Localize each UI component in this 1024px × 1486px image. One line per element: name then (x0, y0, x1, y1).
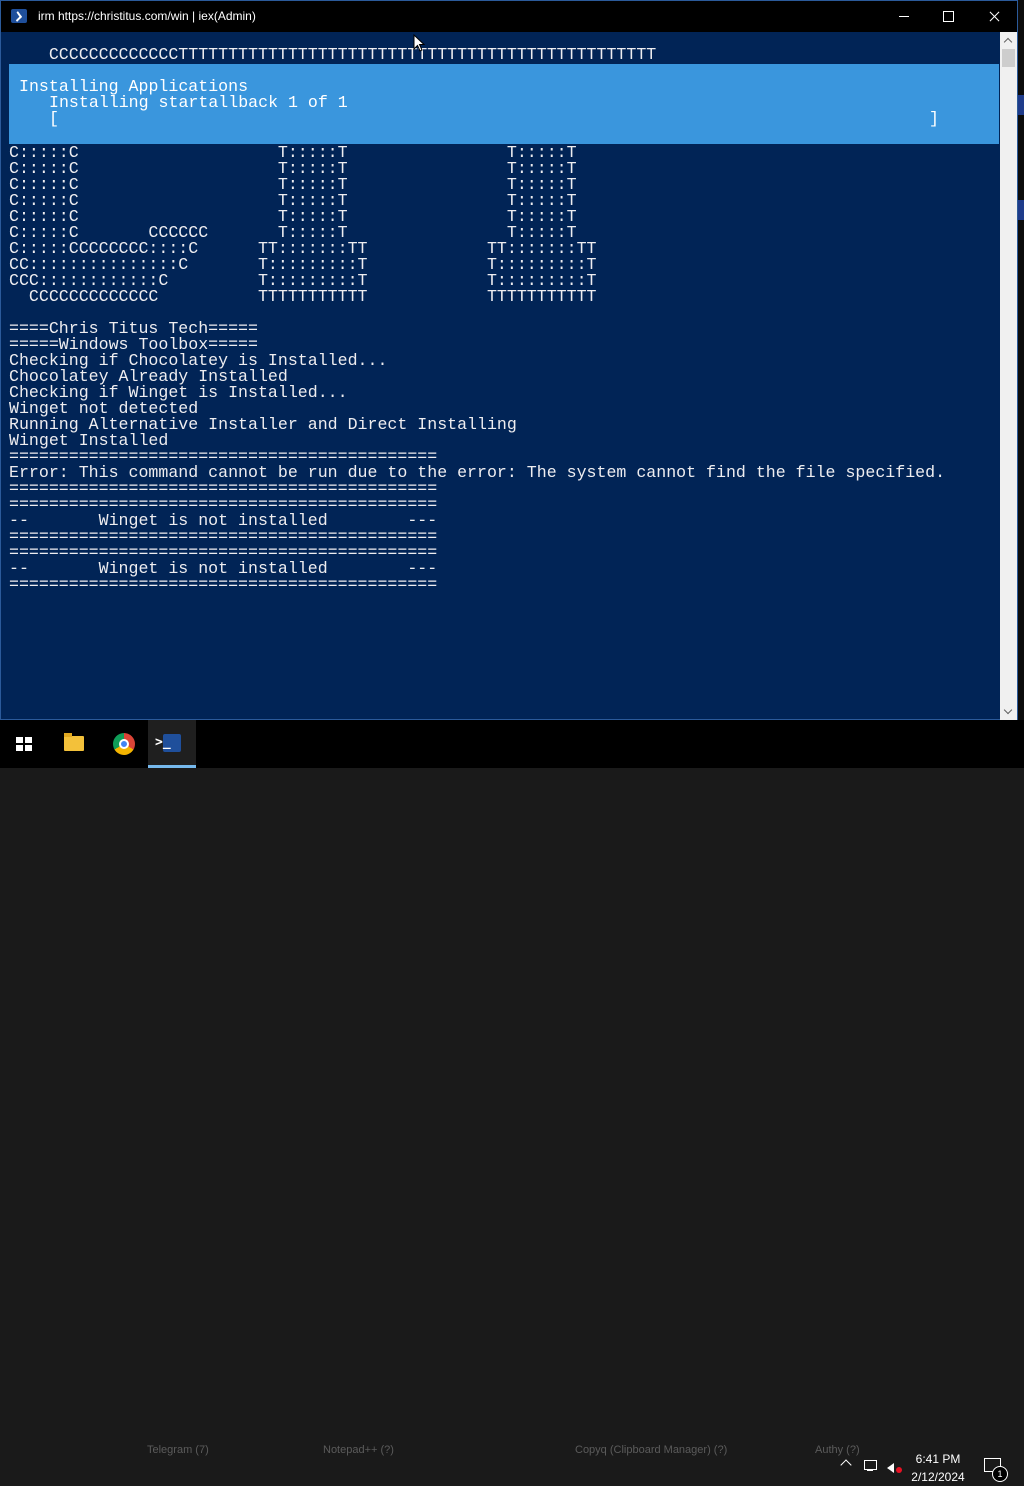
output-lines: C:::::C T:::::T T:::::T C:::::C T:::::T T… (9, 144, 945, 594)
scroll-up-arrow-icon[interactable] (1000, 32, 1017, 49)
taskbar: >_ Telegram (7) Notepad++ (?) Copyq (Cli… (0, 720, 1024, 1484)
clock-time: 6:41 PM (915, 1452, 961, 1466)
volume-muted-icon[interactable] (886, 1460, 902, 1474)
chrome-icon[interactable] (100, 720, 148, 768)
banner-line: CCCCCCCCCCCCCTTTTTTTTTTTTTTTTTTTTTTTTTTT… (9, 45, 657, 64)
background-label: Notepad++ (?) (323, 1444, 394, 1456)
background-strip (1018, 95, 1024, 115)
background-window-edge (1018, 0, 1024, 720)
powershell-icon (11, 9, 27, 23)
progress-status: Installing startallback 1 of 1 (49, 93, 348, 112)
console-line: ========================================… (9, 575, 438, 594)
powershell-prompt-icon: >_ (155, 735, 171, 750)
console-line: CCCCCCCCCCCCC TTTTTTTTTTT TTTTTTTTTTT (9, 287, 597, 306)
clock-date: 2/12/2024 (911, 1470, 965, 1484)
powershell-window[interactable]: irm https://christitus.com/win | iex(Adm… (0, 0, 1018, 720)
background-label: Telegram (7) (147, 1444, 209, 1456)
close-button[interactable] (971, 1, 1017, 32)
show-hidden-icons-icon[interactable] (838, 1455, 854, 1471)
scroll-down-arrow-icon[interactable] (1000, 703, 1017, 720)
progress-panel: Installing Applications Installing start… (9, 64, 999, 144)
maximize-button[interactable] (926, 1, 972, 32)
minimize-button[interactable] (881, 1, 927, 32)
vertical-scrollbar[interactable] (1000, 32, 1017, 720)
file-explorer-icon[interactable] (50, 720, 98, 768)
title-bar[interactable]: irm https://christitus.com/win | iex(Adm… (1, 1, 1017, 32)
progress-bar-start: [ (49, 109, 59, 128)
window-title: irm https://christitus.com/win | iex(Adm… (38, 9, 256, 23)
console-output[interactable]: CCCCCCCCCCCCCTTTTTTTTTTTTTTTTTTTTTTTTTTT… (9, 33, 999, 719)
system-clock[interactable]: 6:41 PM 2/12/2024 (905, 1450, 971, 1486)
start-icon[interactable] (0, 720, 48, 768)
notification-count-badge: 1 (992, 1466, 1008, 1482)
background-label: Copyq (Clipboard Manager) (?) (575, 1444, 728, 1456)
scroll-thumb[interactable] (1002, 49, 1015, 67)
network-icon[interactable] (862, 1459, 878, 1473)
progress-bar-end: ] (929, 109, 939, 128)
background-strip (1018, 200, 1024, 220)
mouse-cursor-icon (413, 33, 426, 52)
